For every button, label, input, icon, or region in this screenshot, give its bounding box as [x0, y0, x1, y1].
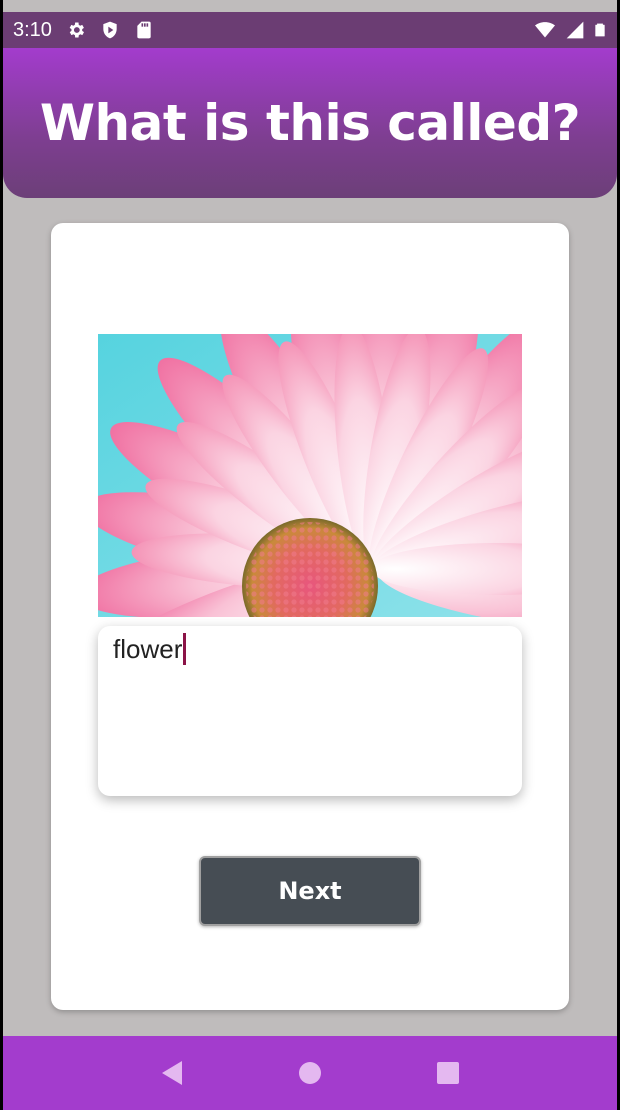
pink-flower-image — [98, 334, 522, 617]
screen: 3:10 What is this called? flower Next — [3, 0, 617, 1110]
answer-input[interactable]: flower — [98, 626, 522, 796]
next-button[interactable]: Next — [199, 856, 421, 926]
home-icon — [299, 1062, 321, 1084]
wifi-icon — [535, 22, 555, 38]
quiz-card: flower Next — [51, 223, 569, 1010]
back-icon — [162, 1061, 182, 1085]
back-button[interactable] — [157, 1058, 187, 1088]
recents-button[interactable] — [433, 1058, 463, 1088]
answer-text: flower — [113, 634, 183, 664]
page-title: What is this called? — [39, 94, 581, 152]
sd-card-icon — [137, 21, 151, 39]
signal-icon — [566, 21, 584, 39]
recents-icon — [437, 1062, 459, 1084]
status-bar: 3:10 — [3, 12, 617, 48]
app-header: What is this called? — [3, 48, 617, 198]
navigation-bar — [3, 1036, 617, 1110]
battery-icon — [595, 23, 605, 37]
home-button[interactable] — [295, 1058, 325, 1088]
shield-play-icon — [103, 21, 117, 39]
gear-icon — [69, 22, 84, 38]
text-cursor — [183, 633, 187, 665]
status-time: 3:10 — [13, 18, 52, 41]
